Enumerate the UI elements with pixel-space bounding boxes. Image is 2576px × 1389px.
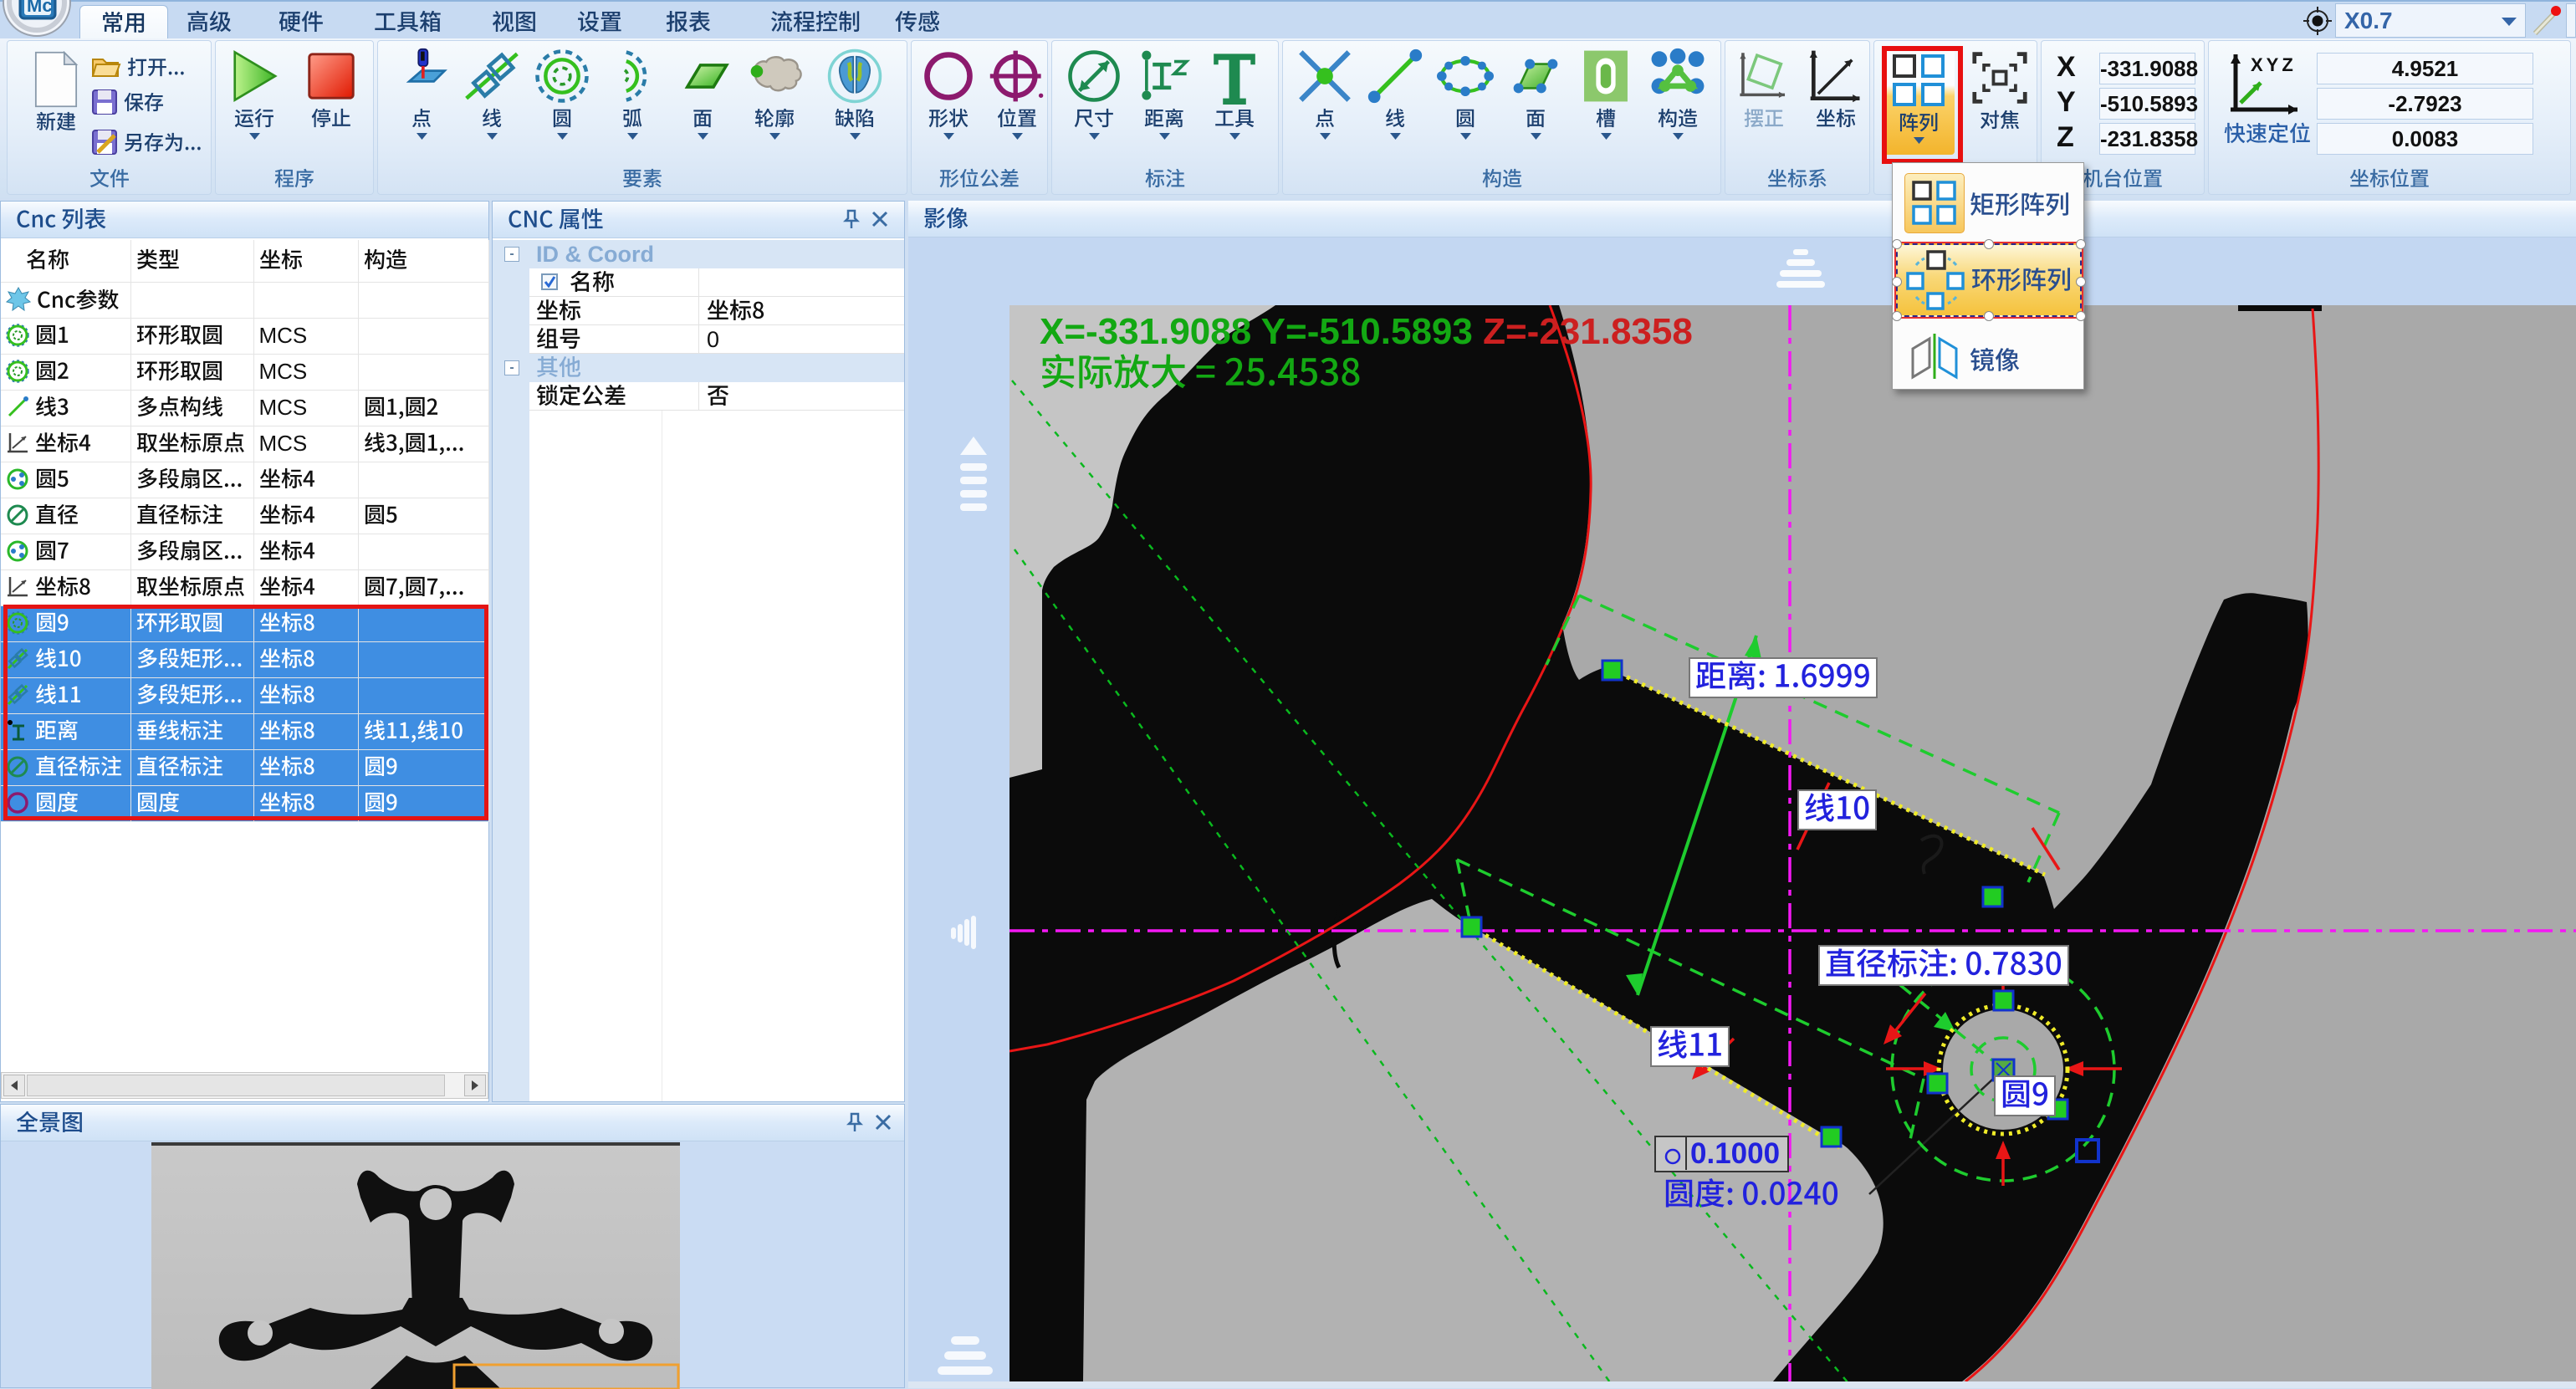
- svg-text:XYZ: XYZ: [2251, 54, 2297, 75]
- svg-text:Mc: Mc: [27, 0, 53, 16]
